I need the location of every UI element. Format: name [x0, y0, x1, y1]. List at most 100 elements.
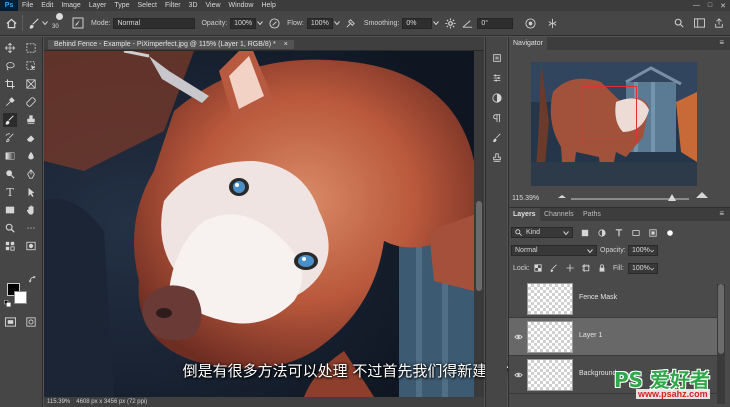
scrollbar-thumb[interactable] [718, 284, 724, 354]
status-zoom[interactable]: 115.39% [47, 399, 70, 405]
flow-input[interactable]: 100% [306, 17, 333, 29]
lasso-tool-icon[interactable] [3, 59, 17, 73]
chevron-down-icon[interactable] [256, 16, 264, 30]
brush-tool-icon[interactable] [27, 16, 41, 30]
pen-tool-icon[interactable] [24, 167, 38, 181]
opacity-input[interactable]: 100% [230, 17, 257, 29]
tab-layers[interactable]: Layers [509, 208, 540, 221]
clone-stamp-tool-icon[interactable] [24, 113, 38, 127]
layer-opacity-input[interactable]: 100% [628, 245, 658, 256]
lock-position-icon[interactable] [566, 264, 574, 272]
maximize-icon[interactable]: □ [708, 2, 712, 9]
swap-colors-icon[interactable] [28, 275, 38, 285]
zoom-in-icon[interactable] [695, 191, 709, 201]
navigator-zoom-knob[interactable] [668, 194, 677, 201]
pressure-size-icon[interactable] [523, 16, 537, 30]
menu-3d[interactable]: 3D [185, 2, 202, 9]
tab-channels[interactable]: Channels [540, 208, 578, 221]
lock-all-icon[interactable] [598, 264, 606, 272]
menu-type[interactable]: Type [110, 2, 133, 9]
lock-artboard-icon[interactable] [582, 264, 590, 272]
menu-window[interactable]: Window [225, 2, 258, 9]
airbrush-icon[interactable] [344, 16, 358, 30]
gradient-tool-icon[interactable] [3, 149, 17, 163]
menu-edit[interactable]: Edit [37, 2, 57, 9]
smoothing-input[interactable]: 0% [402, 17, 433, 29]
menu-view[interactable]: View [202, 2, 225, 9]
blur-tool-icon[interactable] [24, 149, 38, 163]
screen-mode-icon[interactable] [3, 315, 17, 329]
quick-mask-icon[interactable] [24, 239, 38, 253]
brush-settings-icon[interactable] [71, 16, 85, 30]
mode-select[interactable]: Normal [113, 17, 196, 29]
layer-filter-select[interactable]: Kind [511, 227, 573, 238]
menu-filter[interactable]: Filter [161, 2, 185, 9]
eraser-tool-icon[interactable] [24, 131, 38, 145]
eyedropper-tool-icon[interactable] [3, 95, 17, 109]
share-icon[interactable] [712, 16, 726, 30]
navigator-preview[interactable] [531, 62, 697, 186]
filter-smart-object-icon[interactable] [649, 229, 657, 237]
crop-tool-icon[interactable] [3, 77, 17, 91]
filter-type-icon[interactable] [615, 229, 623, 237]
zoom-out-icon[interactable] [557, 193, 567, 201]
history-panel-icon[interactable] [490, 51, 504, 65]
marquee-tool-icon[interactable] [24, 41, 38, 55]
blend-mode-select[interactable]: Normal [511, 245, 597, 256]
menu-file[interactable]: File [18, 2, 37, 9]
menu-help[interactable]: Help [257, 2, 279, 9]
angle-icon[interactable] [460, 16, 474, 30]
canvas[interactable] [44, 51, 474, 397]
lock-transparent-icon[interactable] [534, 264, 542, 272]
adjustments-panel-icon[interactable] [490, 91, 504, 105]
gear-icon[interactable] [443, 16, 457, 30]
menu-layer[interactable]: Layer [85, 2, 111, 9]
default-colors-icon[interactable] [3, 299, 11, 307]
filter-toggle-icon[interactable] [666, 229, 674, 237]
workspace-icon[interactable] [692, 16, 706, 30]
type-tool-icon[interactable]: T [3, 185, 17, 199]
filter-adjustment-icon[interactable] [598, 229, 606, 237]
close-window-icon[interactable]: ✕ [720, 2, 726, 10]
properties-panel-icon[interactable] [490, 71, 504, 85]
brushes-panel-icon[interactable] [490, 131, 504, 145]
healing-brush-tool-icon[interactable] [24, 95, 38, 109]
navigator-view-box[interactable] [581, 86, 637, 144]
clone-source-panel-icon[interactable] [490, 151, 504, 165]
background-color-swatch[interactable] [14, 291, 27, 304]
path-selection-tool-icon[interactable] [24, 185, 38, 199]
search-icon[interactable] [672, 16, 686, 30]
filter-pixel-icon[interactable] [581, 229, 589, 237]
rectangle-tool-icon[interactable] [3, 203, 17, 217]
close-tab-icon[interactable]: × [284, 41, 288, 48]
eye-icon[interactable] [513, 370, 523, 380]
visibility-toggle[interactable] [513, 294, 523, 304]
angle-input[interactable]: 0° [477, 17, 514, 29]
menu-select[interactable]: Select [134, 2, 161, 9]
object-select-tool-icon[interactable] [24, 59, 38, 73]
document-tab[interactable]: Behind Fence - Example - PiXimperfect.jp… [48, 40, 294, 49]
layer-fill-input[interactable]: 100% [628, 263, 658, 274]
canvas-scrollbar[interactable] [474, 51, 484, 397]
photoshop-logo[interactable]: Ps [0, 0, 18, 11]
minimize-icon[interactable]: — [693, 2, 700, 9]
brush-preset-picker[interactable]: 30 [49, 12, 71, 34]
panel-menu-icon[interactable]: ≡ [719, 38, 724, 47]
lock-pixels-icon[interactable] [550, 264, 558, 272]
filter-shape-icon[interactable] [632, 229, 640, 237]
home-icon[interactable] [4, 16, 18, 30]
menu-image[interactable]: Image [57, 2, 84, 9]
layer-row-fence-mask[interactable]: Fence Mask [509, 280, 717, 318]
dodge-tool-icon[interactable] [3, 167, 17, 181]
paragraph-panel-icon[interactable] [490, 111, 504, 125]
symmetry-icon[interactable] [545, 16, 559, 30]
chevron-down-icon[interactable] [41, 16, 49, 30]
history-brush-tool-icon[interactable] [3, 131, 17, 145]
tab-navigator[interactable]: Navigator [509, 37, 547, 50]
tab-paths[interactable]: Paths [579, 208, 605, 221]
more-tools-icon[interactable]: ⋯ [24, 221, 38, 235]
panel-menu-icon[interactable]: ≡ [719, 209, 724, 218]
brush-tool-active-icon[interactable] [3, 113, 17, 127]
zoom-tool-icon[interactable] [3, 221, 17, 235]
scrollbar-thumb[interactable] [476, 201, 482, 291]
